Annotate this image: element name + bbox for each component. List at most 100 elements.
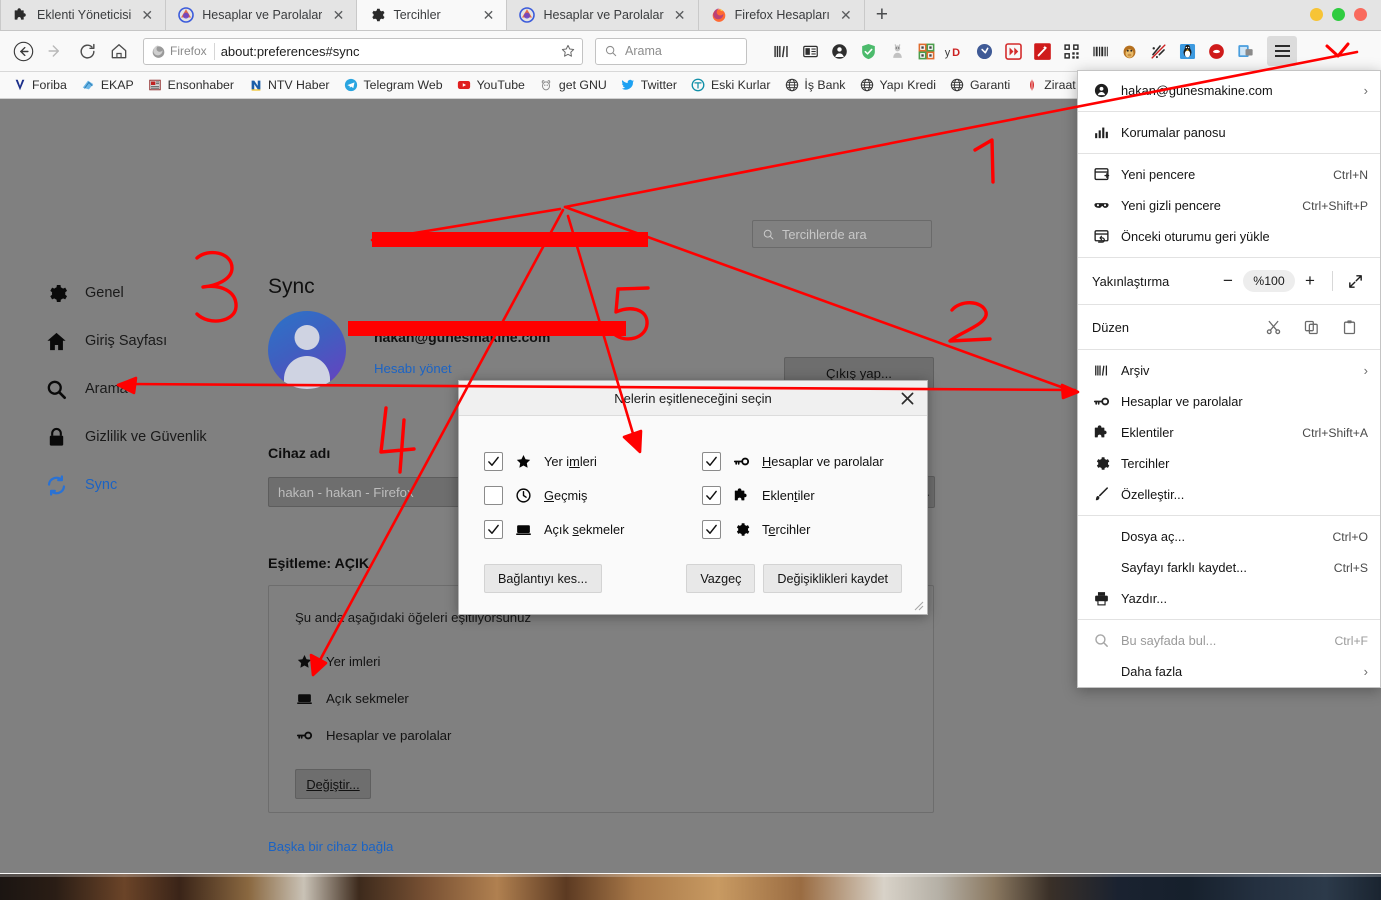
search-bar[interactable]: Arama [595,37,747,65]
menu-item-eklentiler[interactable]: Eklentiler Ctrl+Shift+A [1078,417,1380,448]
close-icon[interactable]: ✕ [672,7,688,23]
checkbox-checked[interactable] [702,519,721,539]
scissors-icon[interactable] [1254,315,1292,339]
identity-box[interactable]: Firefox [151,42,215,60]
checkbox-unchecked[interactable] [484,485,503,505]
option-eklentiler[interactable]: Eklentiler [702,478,902,512]
close-icon[interactable]: ✕ [139,7,155,23]
bookmark-garanti[interactable]: Garanti [944,76,1016,95]
barcode-icon[interactable] [1086,37,1114,65]
bookmark-ensonhaber[interactable]: Ensonhaber [142,76,240,95]
tab-hesaplar-ve-parolalar-1[interactable]: Hesaplar ve Parolalar ✕ [166,0,358,30]
option-yer-imleri[interactable]: Yer imleri [484,444,684,478]
menu-item-ozellestir[interactable]: Özelleştir... [1078,479,1380,510]
option-hesaplar-ve-parolalar[interactable]: Hesaplar ve parolalar [702,444,902,478]
privacy-badger-icon[interactable] [883,37,911,65]
user-profile-icon[interactable] [825,37,853,65]
qr-code-icon[interactable] [1057,37,1085,65]
bookmark-ekap[interactable]: EKAP [75,76,140,95]
menu-item-arsiv[interactable]: Arşiv › [1078,355,1380,386]
pocket-icon[interactable] [970,37,998,65]
menu-item-dosya-ac[interactable]: Dosya aç... Ctrl+O [1078,521,1380,552]
sidebar-item-gizlilik-ve-guvenlik[interactable]: Gizlilik ve Güvenlik [0,413,250,461]
bookmark-foriba[interactable]: Foriba [6,76,73,95]
reader-view-icon[interactable] [796,37,824,65]
disconnect-button[interactable]: Bağlantıyı kes... [484,564,602,593]
minimize-button[interactable] [1310,8,1323,21]
sidebar-item-arama[interactable]: Arama [0,365,250,413]
change-sync-items-button[interactable]: Değiştir... [295,769,371,799]
menu-item-web-gelistirici[interactable]: Web geliştirici › [1078,687,1380,688]
sidebar-item-giris-sayfasi[interactable]: Giriş Sayfası [0,317,250,365]
zoom-in-button[interactable]: + [1295,269,1325,293]
bookmark-is-bank[interactable]: İş Bank [778,76,851,95]
hamburger-menu-icon[interactable] [1267,36,1297,66]
close-window-button[interactable] [1354,8,1367,21]
paste-icon[interactable] [1330,315,1368,339]
back-arrow-icon[interactable] [8,36,38,66]
maximize-button[interactable] [1332,8,1345,21]
bookmark-ntv-haber[interactable]: NTV Haber [242,76,336,95]
preferences-search-input[interactable]: Tercihlerde ara [752,220,932,248]
fullscreen-icon[interactable] [1340,269,1370,293]
menu-item-onceki-oturumu-geri-yukle[interactable]: Önceki oturumu geri yükle [1078,221,1380,252]
save-changes-button[interactable]: Değişiklikleri kaydet [763,564,902,593]
monkey-icon[interactable] [1115,37,1143,65]
checkbox-checked[interactable] [702,485,721,505]
close-icon[interactable]: ✕ [480,7,496,23]
forward-arrow-icon[interactable] [40,36,70,66]
menu-item-account[interactable]: hakan@gunesmakine.com › [1078,75,1380,106]
star-icon[interactable] [559,43,576,60]
menu-item-yazdir[interactable]: Yazdır... [1078,583,1380,614]
bookmark-youtube[interactable]: YouTube [451,76,531,95]
bookmark-telegram-web[interactable]: Telegram Web [338,76,449,95]
menu-item-bu-sayfada-bul[interactable]: Bu sayfada bul... Ctrl+F [1078,625,1380,656]
magic-wand-icon[interactable] [1028,37,1056,65]
copy-icon[interactable] [1292,315,1330,339]
new-tab-button[interactable]: + [864,0,899,30]
tab-firefox-hesaplari[interactable]: Firefox Hesapları ✕ [698,0,865,30]
ublock-origin-icon[interactable] [1202,37,1230,65]
video-downloader-icon[interactable] [999,37,1027,65]
qr-scanner-icon[interactable] [912,37,940,65]
bookmark-get-gnu[interactable]: get GNU [533,76,613,95]
checkbox-checked[interactable] [702,451,721,471]
sidebar-item-sync[interactable]: Sync [0,461,250,509]
menu-item-daha-fazla[interactable]: Daha fazla › [1078,656,1380,687]
bookmark-ziraat[interactable]: Ziraat [1018,76,1081,95]
tab-eklenti-yoneticisi[interactable]: Eklenti Yöneticisi ✕ [0,0,167,30]
noscript-icon[interactable] [1144,37,1172,65]
zoom-level-value[interactable]: %100 [1243,270,1295,292]
adguard-shield-icon[interactable] [854,37,882,65]
bookmark-yapi-kredi[interactable]: Yapı Kredi [853,76,942,95]
menu-item-sayfayi-farkli-kaydet[interactable]: Sayfayı farklı kaydet... Ctrl+S [1078,552,1380,583]
close-icon[interactable]: ✕ [330,7,346,23]
yandex-disk-icon[interactable]: yD [941,37,969,65]
manage-account-link[interactable]: Hesabı yönet [374,361,550,376]
sidebar-item-genel[interactable]: Genel [0,269,250,317]
resize-grip[interactable] [911,598,924,611]
menu-item-yeni-pencere[interactable]: Yeni pencere Ctrl+N [1078,159,1380,190]
reload-icon[interactable] [72,36,102,66]
menu-item-hesaplar-ve-parolalar[interactable]: Hesaplar ve parolalar [1078,386,1380,417]
tux-icon[interactable] [1173,37,1201,65]
menu-item-tercihler[interactable]: Tercihler [1078,448,1380,479]
cancel-button[interactable]: Vazgeç [686,564,756,593]
zoom-out-button[interactable]: − [1213,269,1243,293]
option-tercihler[interactable]: Tercihler [702,512,902,546]
url-bar[interactable]: Firefox about:preferences#sync [143,37,583,65]
option-gecmis[interactable]: Geçmiş [484,478,684,512]
library-icon[interactable] [767,37,795,65]
search-input[interactable]: Arama [625,44,662,58]
url-text[interactable]: about:preferences#sync [221,44,553,59]
clipboard-icon[interactable] [1231,37,1259,65]
bookmark-eski-kurlar[interactable]: Eski Kurlar [685,76,776,95]
tab-tercihler[interactable]: Tercihler ✕ [357,0,508,30]
close-icon[interactable]: ✕ [838,7,854,23]
checkbox-checked[interactable] [484,451,503,471]
menu-item-korumalar-panosu[interactable]: Korumalar panosu [1078,117,1380,148]
option-acik-sekmeler[interactable]: Açık sekmeler [484,512,684,546]
bookmark-twitter[interactable]: Twitter [615,76,683,95]
close-icon[interactable] [898,389,917,408]
home-icon[interactable] [104,36,134,66]
